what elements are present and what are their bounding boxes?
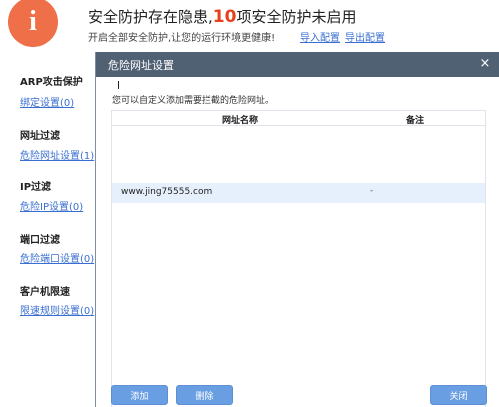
warning-icon: i bbox=[5, 0, 61, 48]
table-header: 网址名称 备注 bbox=[112, 111, 485, 126]
url-table: 网址名称 备注 www.jing75555.com - bbox=[111, 110, 486, 407]
section-title-arp: ARP攻击保护 bbox=[20, 77, 83, 88]
delete-button[interactable]: 删除 bbox=[176, 385, 233, 405]
add-button[interactable]: 添加 bbox=[111, 385, 168, 405]
status-headline: 安全防护存在隐患,10项安全防护未启用 bbox=[88, 6, 356, 27]
column-header-url[interactable]: 网址名称 bbox=[222, 113, 258, 126]
close-icon[interactable]: × bbox=[477, 56, 493, 72]
table-row[interactable]: www.jing75555.com - bbox=[112, 183, 485, 203]
close-button[interactable]: 关闭 bbox=[430, 385, 487, 405]
section-title-ip: IP过滤 bbox=[20, 182, 52, 193]
text-cursor bbox=[118, 81, 119, 89]
section-link-url[interactable]: 危险网址设置(1) bbox=[20, 147, 94, 162]
row-url: www.jing75555.com bbox=[121, 187, 213, 197]
import-config-link[interactable]: 导入配置 bbox=[300, 29, 340, 44]
section-link-port[interactable]: 危险端口设置(0) bbox=[20, 250, 94, 265]
section-link-arp[interactable]: 绑定设置(0) bbox=[20, 94, 74, 109]
section-title-port: 端口过滤 bbox=[20, 235, 60, 246]
row-note: - bbox=[370, 186, 374, 196]
section-link-ip[interactable]: 危险IP设置(0) bbox=[20, 198, 83, 213]
headline-count: 10 bbox=[212, 7, 237, 27]
section-title-url: 网址过滤 bbox=[20, 131, 60, 142]
dialog-titlebar[interactable]: 危险网址设置 bbox=[96, 52, 499, 77]
dialog-description: 您可以自定义添加需要拦截的危险网址。 bbox=[112, 96, 275, 106]
headline-suffix: 项安全防护未启用 bbox=[236, 8, 357, 26]
dangerous-url-dialog: 危险网址设置 × 您可以自定义添加需要拦截的危险网址。 网址名称 备注 www.… bbox=[95, 52, 499, 407]
section-link-speed[interactable]: 限速规则设置(0) bbox=[20, 302, 94, 317]
status-subline: 开启全部安全防护,让您的运行环境更健康! bbox=[88, 33, 276, 44]
export-config-link[interactable]: 导出配置 bbox=[345, 29, 385, 44]
dialog-title: 危险网址设置 bbox=[108, 58, 174, 72]
column-header-note[interactable]: 备注 bbox=[406, 113, 424, 126]
screen: i 安全防护存在隐患,10项安全防护未启用 开启全部安全防护,让您的运行环境更健… bbox=[0, 0, 499, 407]
headline-prefix: 安全防护存在隐患, bbox=[88, 8, 213, 26]
section-title-speed: 客户机限速 bbox=[20, 287, 70, 298]
